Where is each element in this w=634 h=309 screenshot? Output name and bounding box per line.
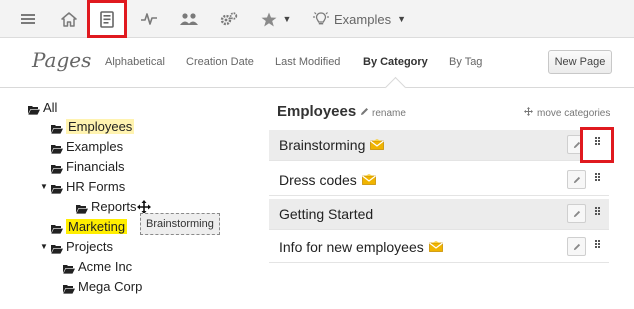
tree-item-label: Examples [66, 139, 124, 154]
page-row[interactable]: Brainstorming [269, 127, 614, 163]
tree-item-label: Marketing [66, 219, 128, 234]
category-title: Employees [277, 103, 357, 120]
tree-item-hr-forms[interactable]: HR Forms [51, 179, 125, 194]
tab-creation-date[interactable]: Creation Date [186, 56, 254, 68]
chevron-down-icon: ▼ [397, 14, 406, 24]
page-row[interactable]: Getting Started [269, 199, 609, 230]
page-row-title: Brainstorming [279, 137, 385, 153]
page-row[interactable]: Info for new employees [269, 232, 609, 263]
home-icon[interactable] [58, 5, 80, 33]
tree-item-label: Reports [91, 199, 137, 214]
folder-open-icon [51, 142, 63, 154]
pencil-icon [360, 107, 369, 119]
tree-item-examples[interactable]: Examples [51, 139, 123, 154]
examples-dropdown[interactable]: Examples ▼ [312, 5, 406, 33]
tab-alphabetical[interactable]: Alphabetical [105, 56, 165, 68]
edit-page-button[interactable] [567, 237, 586, 256]
tree-item-label: Employees [66, 119, 135, 134]
folder-open-icon [63, 282, 75, 294]
move-categories-label: move categories [537, 107, 611, 119]
edit-page-button[interactable] [567, 170, 586, 189]
tree-item-label: Mega Corp [78, 279, 143, 294]
page-title-text[interactable]: Brainstorming [279, 137, 365, 153]
activity-icon[interactable] [138, 5, 160, 33]
tree-item-label: Projects [66, 239, 113, 254]
folder-open-icon [51, 162, 63, 174]
page-title: Pages [32, 48, 92, 72]
pencil-icon [573, 171, 581, 189]
tree-item-label: Financials [66, 159, 125, 174]
examples-label: Examples [334, 11, 392, 27]
tab-by-tag[interactable]: By Tag [449, 56, 482, 68]
top-toolbar: ▼ Examples ▼ [0, 0, 634, 38]
lightbulb-icon [312, 11, 330, 27]
tree-item-acme-inc[interactable]: Acme Inc [63, 259, 132, 274]
tree-item-projects[interactable]: Projects [51, 239, 113, 254]
page-row[interactable]: Dress codes [269, 165, 609, 196]
pencil-icon [573, 238, 581, 256]
expand-toggle-icon[interactable]: ▼ [40, 182, 48, 191]
move-categories-link[interactable]: move categories [524, 107, 610, 119]
pages-icon [100, 10, 114, 28]
mail-icon [428, 239, 443, 255]
tree-item-label: HR Forms [66, 179, 126, 194]
page-title-text[interactable]: Getting Started [279, 206, 373, 222]
settings-icon[interactable] [218, 5, 240, 33]
folder-open-icon [28, 103, 40, 115]
mail-icon [361, 172, 376, 188]
chevron-down-icon: ▼ [282, 14, 292, 24]
expand-toggle-icon[interactable]: ▼ [40, 242, 48, 251]
move-icon [524, 107, 533, 119]
page-title-text[interactable]: Dress codes [279, 172, 357, 188]
page-row-title: Dress codes [279, 172, 376, 188]
rename-label: rename [372, 107, 406, 119]
tree-item-label: All [43, 100, 58, 115]
pages-nav-button[interactable] [87, 0, 127, 38]
tree-item-financials[interactable]: Financials [51, 159, 125, 174]
star-icon [261, 12, 277, 27]
page-row-title: Info for new employees [279, 239, 443, 255]
drag-ghost: Brainstorming [140, 213, 220, 235]
mail-icon [370, 137, 385, 153]
users-icon[interactable] [177, 5, 201, 33]
edit-page-button[interactable] [567, 204, 586, 223]
tree-item-label: Acme Inc [78, 259, 133, 274]
tab-by-category[interactable]: By Category [363, 56, 428, 68]
pencil-icon [573, 205, 581, 223]
folder-open-icon [76, 202, 88, 214]
folder-open-icon [51, 222, 63, 234]
folder-open-icon [63, 262, 75, 274]
tree-item-all[interactable]: All [28, 100, 57, 115]
tree-item-mega-corp[interactable]: Mega Corp [63, 279, 142, 294]
tree-item-employees[interactable]: Employees [51, 119, 135, 134]
tree-item-reports[interactable]: Reports [76, 199, 137, 214]
folder-open-icon [51, 242, 63, 254]
new-page-button[interactable]: New Page [548, 50, 612, 74]
favorites-dropdown[interactable]: ▼ [256, 5, 296, 33]
menu-icon[interactable] [18, 5, 38, 33]
page-row-title: Getting Started [279, 206, 373, 222]
page-title-text[interactable]: Info for new employees [279, 239, 424, 255]
folder-open-icon [51, 122, 63, 134]
tab-last-modified[interactable]: Last Modified [275, 56, 340, 68]
rename-link[interactable]: rename [360, 107, 406, 119]
tree-item-marketing[interactable]: Marketing [51, 219, 128, 234]
drag-handle-icon[interactable] [580, 127, 614, 163]
folder-open-icon [51, 182, 63, 194]
